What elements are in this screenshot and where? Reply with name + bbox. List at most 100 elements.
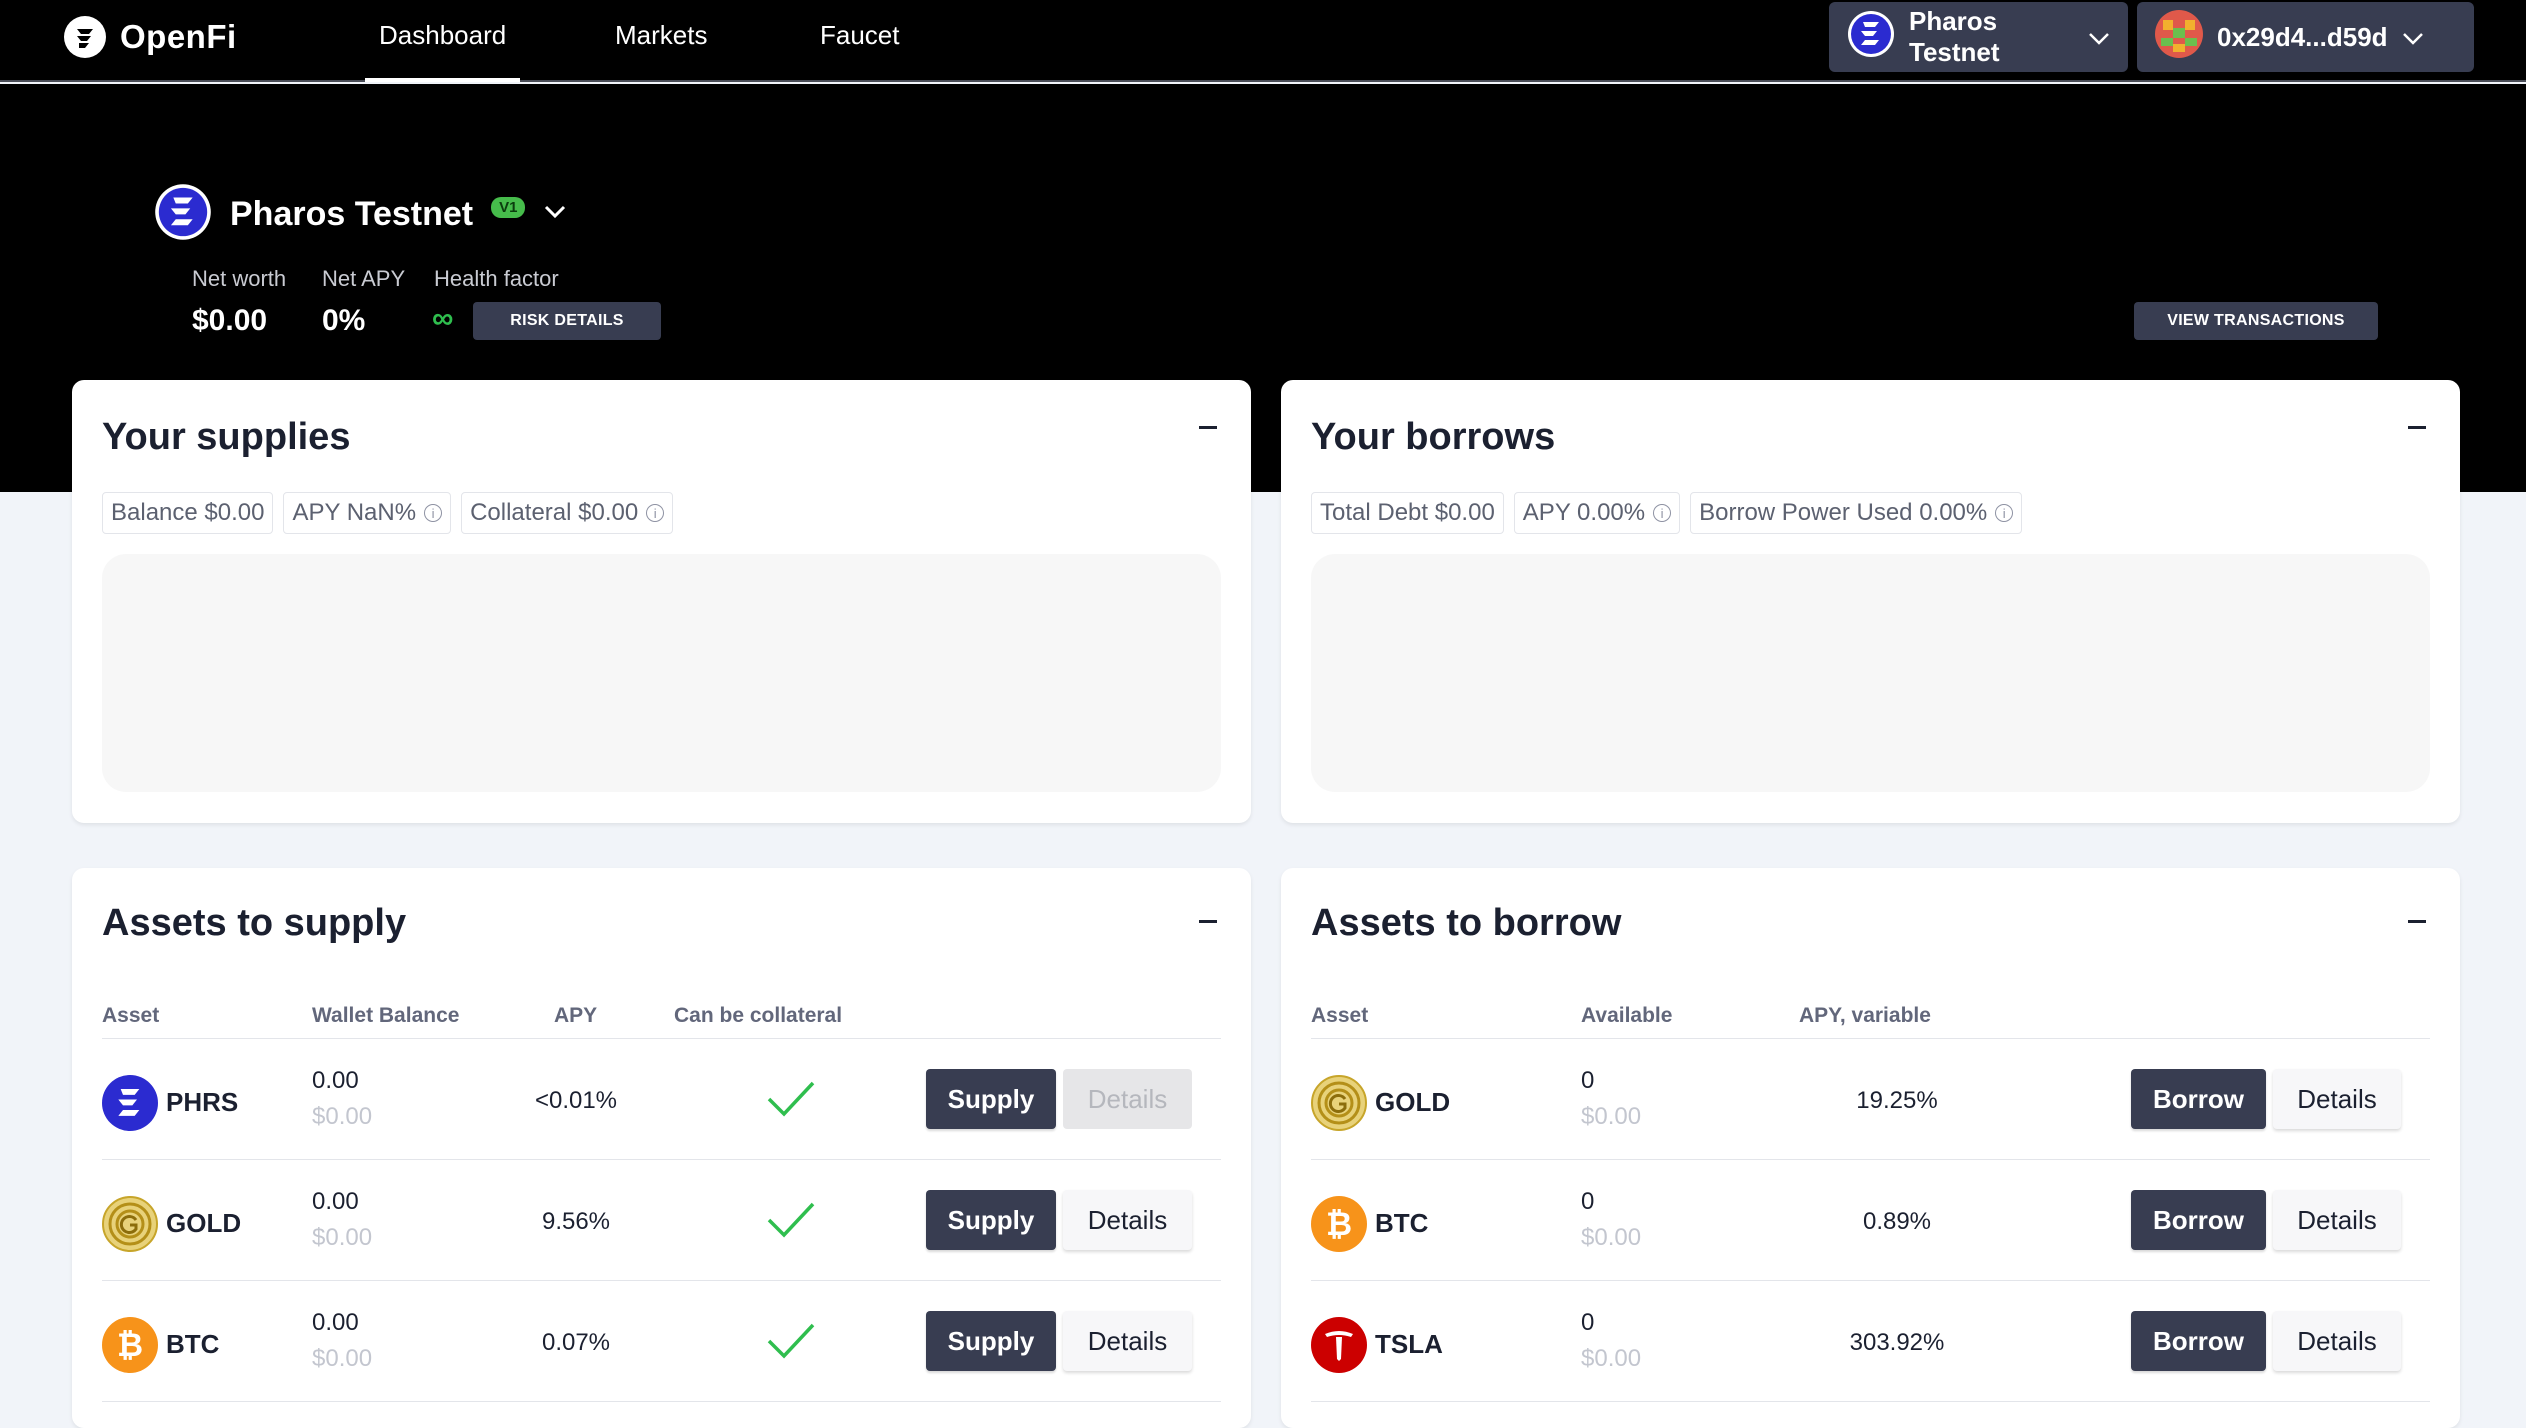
- pharos-logo-icon: [1847, 10, 1895, 65]
- version-badge: V1: [491, 197, 526, 218]
- minus-icon[interactable]: [1199, 920, 1217, 923]
- net-worth-label: Net worth: [192, 266, 287, 291]
- chip-text: APY NaN%: [292, 499, 417, 526]
- your-supplies-card: Your supplies Balance $0.00 APY NaN% i Co…: [72, 380, 1251, 823]
- network-selector-button[interactable]: Pharos Testnet: [1829, 2, 2128, 72]
- assets-to-supply-card: Assets to supply Asset Wallet Balance AP…: [72, 868, 1251, 1428]
- borrow-apy: 303.92%: [1849, 1329, 1945, 1356]
- chip-text: APY 0.00%: [1522, 499, 1646, 526]
- wallet-button[interactable]: 0x29d4...d59d: [2137, 2, 2474, 72]
- details-button[interactable]: Details: [1063, 1190, 1192, 1250]
- wallet-balance: 0.00: [312, 1067, 359, 1094]
- market-selector[interactable]: Pharos Testnet V1: [154, 183, 567, 246]
- supply-button[interactable]: Supply: [926, 1311, 1056, 1371]
- card-title: Your supplies: [102, 416, 351, 458]
- collateral-chip: Collateral $0.00 i: [461, 492, 674, 534]
- table-row: ₿ BTC 0 $0.00 0.89% Borrow Details: [1311, 1160, 2430, 1281]
- asset-symbol: PHRS: [166, 1087, 239, 1117]
- gold-coin-icon: [1311, 1075, 1367, 1131]
- borrow-power-chip: Borrow Power Used 0.00% i: [1690, 492, 2023, 534]
- wallet-avatar-icon: [2155, 9, 2203, 65]
- chevron-down-icon[interactable]: [543, 204, 567, 225]
- net-worth-value: $0.00: [192, 304, 268, 337]
- net-apy-label: Net APY: [322, 266, 406, 291]
- svg-text:₿: ₿: [1326, 1205, 1352, 1243]
- column-header-asset: Asset: [102, 1004, 160, 1027]
- minus-icon[interactable]: [1199, 426, 1217, 429]
- asset-symbol: GOLD: [166, 1208, 242, 1238]
- column-header-apy: APY: [554, 1004, 598, 1027]
- info-icon[interactable]: i: [1995, 504, 2014, 522]
- asset-symbol: BTC: [166, 1329, 220, 1359]
- net-apy-value: 0%: [322, 304, 366, 337]
- column-header-wallet-balance: Wallet Balance: [312, 1004, 460, 1027]
- borrow-button[interactable]: Borrow: [2131, 1069, 2266, 1129]
- available-usd: $0.00: [1581, 1224, 1642, 1251]
- asset-symbol: BTC: [1375, 1208, 1429, 1238]
- chip-text: Total Debt $0.00: [1320, 499, 1495, 526]
- pharos-logo-icon: [154, 183, 212, 246]
- table-row: TSLA 0 $0.00 303.92% Borrow Details: [1311, 1281, 2430, 1402]
- tesla-icon: [1311, 1317, 1367, 1373]
- details-button[interactable]: Details: [1063, 1069, 1192, 1129]
- details-button[interactable]: Details: [2273, 1190, 2401, 1250]
- health-factor-value: ∞: [432, 302, 454, 335]
- apy-chip: APY 0.00% i: [1513, 492, 1681, 534]
- top-nav: OpenFi Dashboard Markets Faucet Pharos T…: [0, 0, 2526, 82]
- borrow-button[interactable]: Borrow: [2131, 1190, 2266, 1250]
- info-icon[interactable]: i: [424, 504, 443, 522]
- available-usd: $0.00: [1581, 1345, 1642, 1372]
- card-title: Your borrows: [1311, 416, 1556, 458]
- borrow-apy: 0.89%: [1862, 1208, 1932, 1235]
- details-button[interactable]: Details: [2273, 1069, 2401, 1129]
- nav-dashboard[interactable]: Dashboard: [364, 20, 521, 82]
- supplies-summary: Balance $0.00 APY NaN% i Collateral $0.00…: [102, 492, 674, 534]
- market-name: Pharos Testnet: [230, 195, 474, 233]
- supply-apy: 9.56%: [541, 1208, 611, 1235]
- supply-button[interactable]: Supply: [926, 1069, 1056, 1129]
- column-header-asset: Asset: [1311, 1004, 1369, 1027]
- details-button[interactable]: Details: [1063, 1311, 1192, 1371]
- pharos-logo-icon: [102, 1075, 158, 1131]
- bitcoin-icon: ₿: [1311, 1196, 1367, 1252]
- chip-text: Borrow Power Used 0.00%: [1699, 499, 1988, 526]
- table-row: GOLD 0 $0.00 19.25% Borrow Details: [1311, 1039, 2430, 1160]
- empty-placeholder: [1311, 554, 2430, 792]
- check-icon: [766, 1321, 816, 1366]
- supply-apy: <0.01%: [534, 1087, 618, 1114]
- asset-symbol: TSLA: [1375, 1329, 1443, 1359]
- card-title: Assets to borrow: [1311, 902, 1622, 944]
- balance-chip: Balance $0.00: [102, 492, 274, 534]
- bitcoin-icon: ₿: [102, 1317, 158, 1373]
- nav-faucet[interactable]: Faucet: [820, 20, 900, 82]
- details-button[interactable]: Details: [2273, 1311, 2401, 1371]
- borrow-button[interactable]: Borrow: [2131, 1311, 2266, 1371]
- view-transactions-button[interactable]: VIEW TRANSACTIONS: [2134, 302, 2378, 340]
- column-header-collateral: Can be collateral: [674, 1004, 843, 1027]
- wallet-balance-usd: $0.00: [312, 1345, 373, 1372]
- column-header-apy-variable: APY, variable: [1799, 1004, 1931, 1027]
- health-factor-label: Health factor: [434, 266, 559, 291]
- network-name: Pharos Testnet: [1909, 6, 2000, 67]
- asset-symbol: GOLD: [1375, 1087, 1451, 1117]
- info-icon[interactable]: i: [646, 504, 665, 522]
- borrow-apy: 19.25%: [1856, 1087, 1938, 1114]
- chip-text: Collateral $0.00: [470, 499, 639, 526]
- info-icon[interactable]: i: [1653, 504, 1672, 522]
- column-header-available: Available: [1581, 1004, 1673, 1027]
- assets-to-borrow-card: Assets to borrow Asset Available APY, va…: [1281, 868, 2460, 1428]
- risk-details-button[interactable]: RISK DETAILS: [473, 302, 661, 340]
- table-row: ₿ BTC 0.00 $0.00 0.07% Supply Details: [102, 1281, 1221, 1402]
- borrows-summary: Total Debt $0.00 APY 0.00% i Borrow Power…: [1311, 492, 2023, 534]
- supply-apy: 0.07%: [541, 1329, 611, 1356]
- openfi-logo[interactable]: OpenFi: [64, 16, 237, 58]
- wallet-balance: 0.00: [312, 1309, 359, 1336]
- total-debt-chip: Total Debt $0.00: [1311, 492, 1504, 534]
- minus-icon[interactable]: [2408, 426, 2426, 429]
- your-borrows-card: Your borrows Total Debt $0.00 APY 0.00% i…: [1281, 380, 2460, 823]
- wallet-address: 0x29d4...d59d: [2217, 21, 2388, 52]
- nav-markets[interactable]: Markets: [615, 20, 707, 82]
- supply-button[interactable]: Supply: [926, 1190, 1056, 1250]
- brand-name: OpenFi: [120, 18, 237, 55]
- minus-icon[interactable]: [2408, 920, 2426, 923]
